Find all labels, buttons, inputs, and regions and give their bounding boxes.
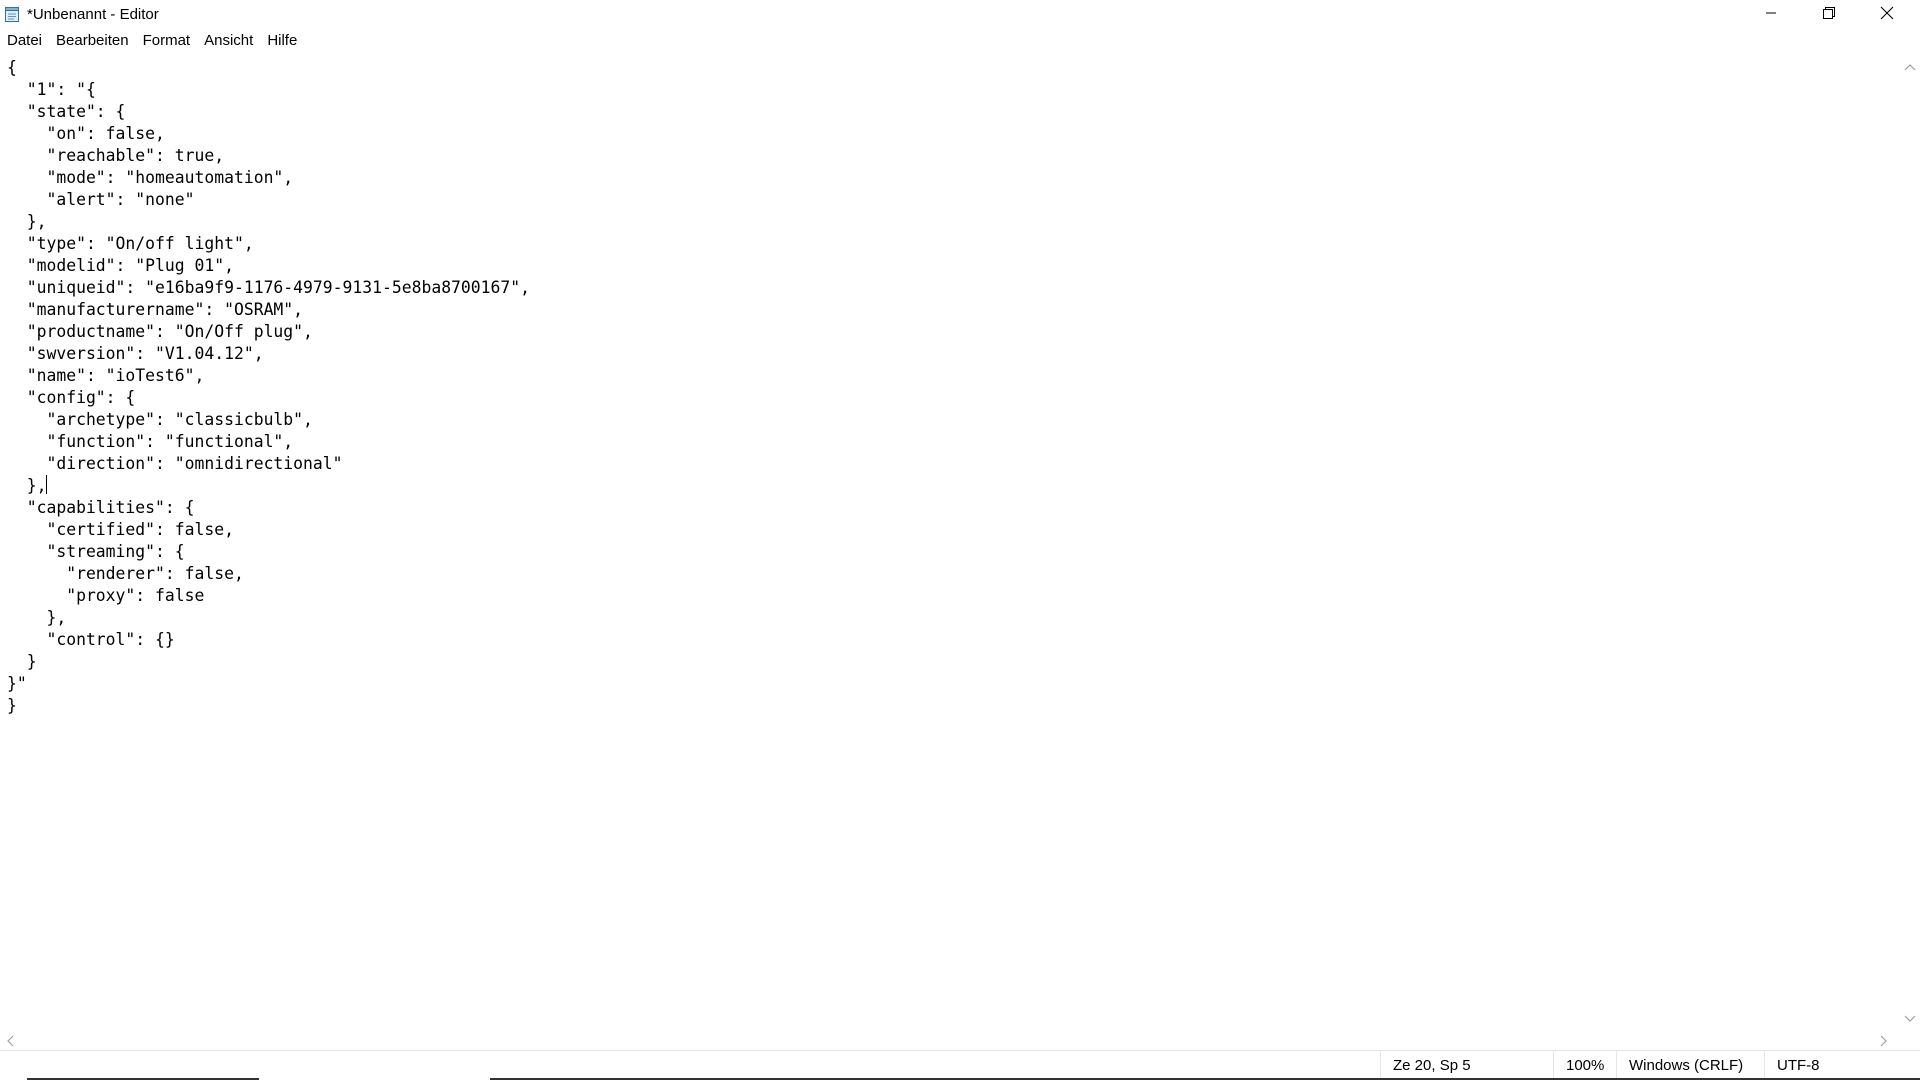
editor-content[interactable]: { "1": "{ "state": { "on": false, "reach… [7,57,530,717]
scroll-up-icon[interactable] [1904,58,1916,76]
menu-bar: Datei Bearbeiten Format Ansicht Hilfe [0,30,1920,52]
menu-format[interactable]: Format [136,30,198,52]
editor-text-before-caret: { "1": "{ "state": { "on": false, "reach… [7,58,531,495]
title-bar[interactable]: *Unbenannt - Editor [0,0,1920,30]
status-zoom: 100% [1553,1051,1616,1080]
window-title: *Unbenannt - Editor [27,6,159,23]
editor-text-after-caret: "capabilities": { "certified": false, "s… [7,498,244,715]
status-bar: Ze 20, Sp 5 100% Windows (CRLF) UTF-8 [0,1050,1920,1080]
text-editor[interactable]: { "1": "{ "state": { "on": false, "reach… [0,52,1900,1080]
vertical-scrollbar[interactable] [1900,52,1920,1030]
scroll-down-icon[interactable] [1904,1010,1916,1028]
status-line-ending: Windows (CRLF) [1616,1051,1769,1080]
menu-bearbeiten[interactable]: Bearbeiten [49,30,136,52]
notepad-icon [4,5,21,23]
minimize-button[interactable] [1742,0,1800,30]
menu-datei[interactable]: Datei [0,30,49,52]
text-caret [46,475,48,494]
menu-hilfe[interactable]: Hilfe [260,30,304,52]
notepad-window: *Unbenannt - Editor Datei Bearbeiten For… [0,0,1920,1080]
minimize-icon [1765,6,1777,24]
status-cursor-position: Ze 20, Sp 5 [1380,1051,1553,1080]
close-button[interactable] [1858,0,1916,30]
status-encoding: UTF-8 [1764,1051,1917,1080]
restore-icon [1823,6,1835,24]
menu-ansicht[interactable]: Ansicht [197,30,260,52]
restore-button[interactable] [1800,0,1858,30]
horizontal-scrollbar[interactable] [0,1030,1900,1050]
close-icon [1880,6,1894,25]
